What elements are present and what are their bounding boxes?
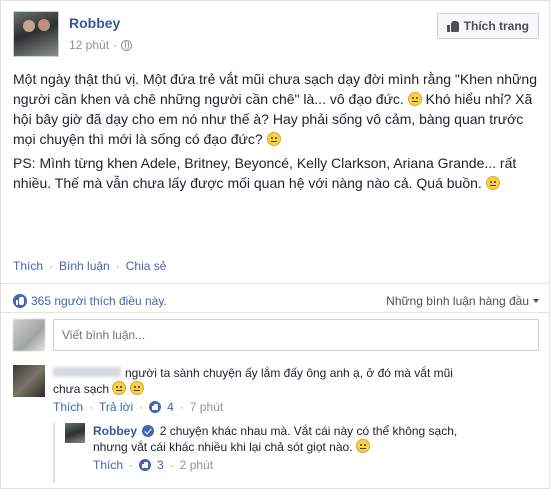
comment-text-line-1: người ta sành chuyện ấy lắm đấy ông anh … (125, 366, 453, 380)
like-badge-icon (139, 459, 152, 471)
comment-action-separator: · (139, 400, 144, 414)
share-action[interactable]: Chia sẻ (126, 259, 167, 273)
comment-actions: Thích · Trả lời · 4 · 7 phút (53, 399, 453, 415)
post-text-part-3: PS: Mình từng khen Adele, Britney, Beyon… (13, 155, 517, 191)
comment-action[interactable]: Bình luận (59, 259, 110, 273)
frown-emoji-icon (355, 439, 370, 453)
like-page-button[interactable]: Thích trang (436, 13, 539, 39)
reply-like-count[interactable]: 3 (157, 457, 164, 473)
post-paragraph-2: PS: Mình từng khen Adele, Britney, Beyon… (13, 153, 539, 193)
thumbs-up-icon (446, 20, 459, 32)
comment-text-line-2: chưa sạch (53, 382, 110, 396)
commenter-avatar[interactable] (13, 365, 45, 397)
post-time[interactable]: 12 phút (69, 38, 109, 52)
confused-emoji-icon (129, 381, 144, 395)
comment-text: người ta sành chuyện ấy lắm đấy ông anh … (53, 365, 453, 381)
like-badge-icon (13, 294, 27, 308)
meta-dot: · (113, 38, 118, 52)
verified-badge-icon (142, 425, 155, 437)
comment-text-2: chưa sạch (53, 381, 453, 397)
action-separator: · (115, 259, 120, 273)
comment-like-count[interactable]: 4 (167, 399, 174, 415)
sad-emoji-icon (485, 176, 500, 190)
post-header: Robbey 12 phút · Thích trang (13, 11, 539, 61)
reply-text: Robbey 2 chuyện khác nhau mà. Vắt cái nà… (93, 423, 457, 439)
reply-text-line-1: 2 chuyện khác nhau mà. Vắt cái này có th… (159, 424, 458, 438)
comment-input[interactable] (53, 319, 539, 351)
like-page-label: Thích trang (463, 19, 529, 33)
viewer-avatar (13, 319, 45, 351)
post-meta: 12 phút · (69, 38, 133, 52)
comment-like[interactable]: Thích (53, 399, 83, 415)
reply-author-name[interactable]: Robbey (93, 424, 137, 438)
like-count-text: 365 người thích điều này. (31, 294, 167, 308)
divider (1, 312, 549, 313)
reply-body: Robbey 2 chuyện khác nhau mà. Vắt cái nà… (93, 423, 457, 473)
comment-reply[interactable]: Trả lời (99, 399, 133, 415)
divider (1, 283, 549, 284)
sort-label: Những bình luận hàng đầu (386, 294, 529, 308)
caret-down-icon (533, 299, 539, 303)
redacted-commenter-name (53, 367, 121, 377)
reply-action-separator: · (129, 458, 134, 472)
reply-text-line-2: nhưng vắt cái khác nhiều khi lại chả sót… (93, 440, 353, 454)
reply-actions: Thích · 3 · 2 phút (93, 457, 457, 473)
reply-like[interactable]: Thích (93, 457, 123, 473)
action-separator: · (49, 259, 54, 273)
grin-emoji-icon (112, 381, 127, 395)
post-body: Một ngày thật thú vị. Một đứa trẻ vắt mũ… (13, 69, 539, 197)
comment-body: người ta sành chuyện ấy lắm đấy ông anh … (53, 365, 453, 415)
post-card: Robbey 12 phút · Thích trang Một ngày th… (0, 0, 550, 489)
comment-action-separator: · (89, 400, 94, 414)
comment-time[interactable]: 7 phút (190, 399, 223, 415)
like-badge-icon (149, 401, 162, 413)
confused-emoji-icon (407, 92, 422, 106)
reply-text-2: nhưng vắt cái khác nhiều khi lại chả sót… (93, 439, 457, 455)
post-actions: Thích · Bình luận · Chia sẻ (13, 259, 166, 273)
frown-emoji-icon (266, 132, 281, 146)
reply-thread: Robbey 2 chuyện khác nhau mà. Vắt cái nà… (53, 423, 539, 483)
like-action[interactable]: Thích (13, 259, 43, 273)
reply-author-avatar[interactable] (65, 423, 85, 443)
author-avatar[interactable] (13, 11, 59, 57)
like-count[interactable]: 365 người thích điều này. (13, 294, 167, 308)
reply-action-separator: · (169, 458, 174, 472)
globe-icon (121, 39, 133, 51)
post-paragraph-1: Một ngày thật thú vị. Một đứa trẻ vắt mũ… (13, 69, 539, 149)
comment-sort-dropdown[interactable]: Những bình luận hàng đầu (386, 294, 539, 308)
comment-action-separator: · (179, 400, 184, 414)
comment-composer (13, 319, 539, 353)
reply-time[interactable]: 2 phút (180, 457, 213, 473)
author-name[interactable]: Robbey (69, 15, 120, 31)
